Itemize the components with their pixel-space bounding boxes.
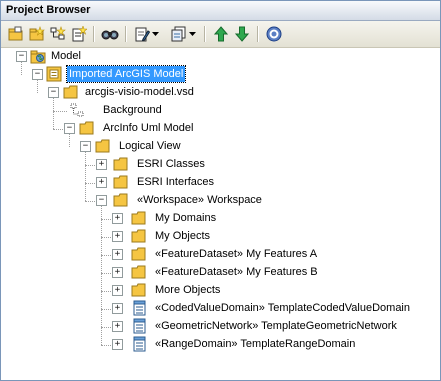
tree-label: My Objects (155, 230, 211, 242)
folder-icon (79, 121, 94, 135)
collapse-toggle[interactable]: − (64, 123, 75, 134)
collapse-toggle[interactable]: − (16, 51, 27, 62)
tree-node-workspace[interactable]: − «Workspace» Workspace (1, 191, 321, 209)
tree-label: Imported ArcGIS Model (65, 65, 187, 83)
tree-label: More Objects (155, 284, 221, 296)
model-package-icon (46, 66, 62, 82)
toolbar (1, 21, 440, 48)
folder-icon (131, 283, 146, 297)
folder-icon (131, 247, 146, 261)
tree-node-model[interactable]: − Model (1, 47, 301, 65)
tree-node-my-domains[interactable]: + My Domains (1, 209, 321, 227)
toolbar-separator (125, 26, 127, 42)
tree-label: Logical View (119, 140, 181, 152)
tree-node-vsd[interactable]: − arcgis-visio-model.vsd (1, 83, 301, 101)
edit-dropdown-arrow[interactable] (151, 25, 159, 43)
view-options-icon[interactable] (170, 25, 188, 43)
tree-node-feature-dataset-a[interactable]: + «FeatureDataset» My Features A (1, 245, 341, 263)
tree-label: «FeatureDataset» My Features A (155, 248, 318, 260)
expand-toggle[interactable]: + (112, 339, 123, 350)
collapse-toggle[interactable]: − (32, 69, 43, 80)
folder-icon (131, 229, 146, 243)
tree-label: «RangeDomain» TemplateRangeDomain (155, 338, 356, 350)
diagram-icon (70, 103, 84, 117)
help-icon[interactable] (265, 25, 283, 43)
expand-toggle[interactable]: + (96, 159, 107, 170)
class-icon (133, 336, 146, 352)
toolbar-separator (93, 26, 95, 42)
tree-node-logical-view[interactable]: − Logical View (1, 137, 301, 155)
folder-icon (131, 265, 146, 279)
tree-label: arcgis-visio-model.vsd (85, 86, 194, 98)
expand-toggle[interactable]: + (112, 213, 123, 224)
tree-node-esri-interfaces[interactable]: + ESRI Interfaces (1, 173, 301, 191)
panel-title: Project Browser (6, 4, 91, 16)
tree-label: «CodedValueDomain» TemplateCodedValueDom… (155, 302, 410, 314)
tree-label: My Domains (155, 212, 217, 224)
open-package-icon[interactable] (7, 25, 25, 43)
tree-node-imported-model[interactable]: − Imported ArcGIS Model (1, 65, 301, 83)
tree-node-geometric-network[interactable]: + «GeometricNetwork» TemplateGeometricNe… (1, 317, 440, 335)
folder-icon (113, 193, 128, 207)
edit-options-icon[interactable] (133, 25, 151, 43)
tree-node-background[interactable]: Background (1, 101, 301, 119)
class-icon (133, 300, 146, 316)
tree-label: Background (103, 104, 162, 116)
folder-icon (131, 211, 146, 225)
collapse-toggle[interactable]: − (80, 141, 91, 152)
move-up-icon[interactable] (212, 25, 230, 43)
tree-node-my-objects[interactable]: + My Objects (1, 227, 321, 245)
tree-label: «GeometricNetwork» TemplateGeometricNetw… (155, 320, 397, 332)
folder-icon (113, 175, 128, 189)
expand-toggle[interactable]: + (112, 303, 123, 314)
tree-label: «FeatureDataset» My Features B (155, 266, 318, 278)
title-bar: Project Browser (1, 1, 440, 21)
project-tree: − Model − Imported ArcGIS Model − arcgis… (1, 47, 440, 380)
model-root-icon (30, 50, 46, 64)
collapse-toggle[interactable]: − (96, 195, 107, 206)
expand-toggle[interactable]: + (112, 267, 123, 278)
tree-label: «Workspace» Workspace (137, 194, 262, 206)
expand-toggle[interactable]: + (112, 231, 123, 242)
tree-node-coded-value-domain[interactable]: + «CodedValueDomain» TemplateCodedValueD… (1, 299, 440, 317)
folder-icon (113, 157, 128, 171)
new-element-icon[interactable] (70, 25, 88, 43)
move-down-icon[interactable] (233, 25, 251, 43)
expand-toggle[interactable]: + (112, 285, 123, 296)
find-icon[interactable] (101, 25, 119, 43)
toolbar-separator (257, 26, 259, 42)
tree-label: ESRI Interfaces (137, 176, 215, 188)
new-diagram-icon[interactable] (49, 25, 67, 43)
tree-node-feature-dataset-b[interactable]: + «FeatureDataset» My Features B (1, 263, 341, 281)
class-icon (133, 318, 146, 334)
tree-node-range-domain[interactable]: + «RangeDomain» TemplateRangeDomain (1, 335, 440, 353)
expand-toggle[interactable]: + (112, 249, 123, 260)
tree-node-arcinfo-model[interactable]: − ArcInfo Uml Model (1, 119, 301, 137)
expand-toggle[interactable]: + (96, 177, 107, 188)
new-package-icon[interactable] (28, 25, 46, 43)
toolbar-separator (204, 26, 206, 42)
tree-node-esri-classes[interactable]: + ESRI Classes (1, 155, 301, 173)
view-dropdown-arrow[interactable] (188, 25, 196, 43)
folder-icon (63, 85, 78, 99)
folder-icon (95, 139, 110, 153)
collapse-toggle[interactable]: − (48, 87, 59, 98)
expand-toggle[interactable]: + (112, 321, 123, 332)
project-browser-panel: Project Browser − Model − Imported ArcGI… (0, 0, 441, 381)
tree-label: ArcInfo Uml Model (103, 122, 194, 134)
tree-label: ESRI Classes (137, 158, 205, 170)
tree-label: Model (51, 50, 81, 62)
tree-node-more-objects[interactable]: + More Objects (1, 281, 321, 299)
